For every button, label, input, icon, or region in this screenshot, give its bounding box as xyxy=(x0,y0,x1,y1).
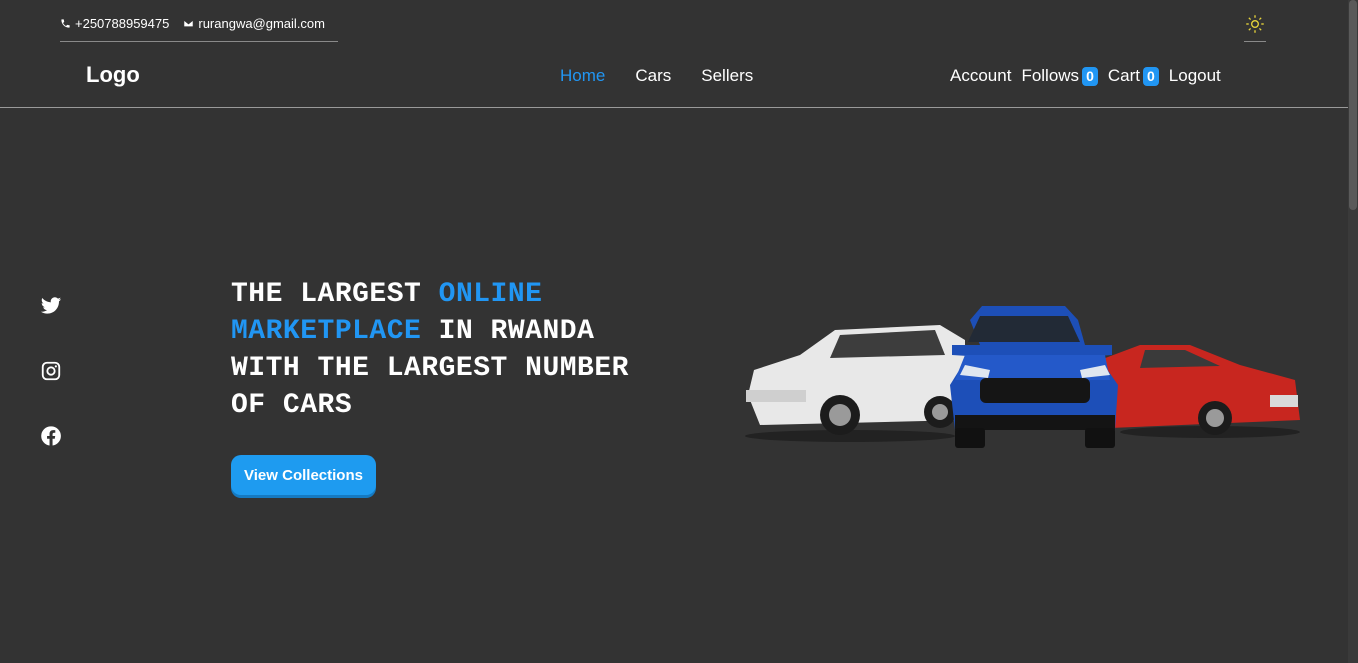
cart-label: Cart xyxy=(1107,66,1140,85)
hero-title-part-1: THE LARGEST xyxy=(231,279,439,310)
vertical-scrollbar[interactable] xyxy=(1348,0,1358,663)
user-nav: Account Follows 0 Cart 0 Logout xyxy=(950,66,1221,86)
account-link[interactable]: Account xyxy=(950,66,1011,86)
instagram-icon[interactable] xyxy=(40,360,62,382)
cart-count-badge: 0 xyxy=(1142,66,1159,86)
phone-contact[interactable]: +250788959475 xyxy=(60,16,169,31)
cart-link[interactable]: Cart 0 xyxy=(1108,66,1159,86)
logout-link[interactable]: Logout xyxy=(1169,66,1221,86)
hero-title-highlight-2: MARKETPLACE xyxy=(231,316,422,347)
facebook-icon[interactable] xyxy=(40,425,62,447)
email-address: rurangwa@gmail.com xyxy=(198,16,325,31)
view-collections-button[interactable]: View Collections xyxy=(231,455,376,495)
page: +250788959475 rurangwa@gmail.com Logo Ho… xyxy=(0,0,1358,663)
social-links xyxy=(40,295,62,447)
hero-title-highlight-1: ONLINE xyxy=(438,279,543,310)
site-logo[interactable]: Logo xyxy=(86,62,140,88)
nav-links: Home Cars Sellers xyxy=(560,66,753,86)
phone-number: +250788959475 xyxy=(75,16,170,31)
follows-count-badge: 0 xyxy=(1082,66,1098,86)
main-nav: Logo Home Cars Sellers Account Follows 0… xyxy=(0,50,1348,108)
cars-image xyxy=(745,306,1300,448)
follows-link[interactable]: Follows 0 xyxy=(1021,66,1098,86)
theme-toggle-button[interactable] xyxy=(1244,14,1266,42)
nav-link-home[interactable]: Home xyxy=(560,66,605,86)
twitter-icon[interactable] xyxy=(40,295,62,317)
sun-icon xyxy=(1246,15,1264,33)
follows-label: Follows xyxy=(1021,66,1080,85)
nav-link-sellers[interactable]: Sellers xyxy=(701,66,753,86)
email-contact[interactable]: rurangwa@gmail.com xyxy=(183,16,325,31)
scrollbar-thumb[interactable] xyxy=(1349,0,1357,210)
contact-bar: +250788959475 rurangwa@gmail.com xyxy=(60,14,338,42)
nav-link-cars[interactable]: Cars xyxy=(635,66,671,86)
envelope-icon xyxy=(183,19,194,28)
phone-icon xyxy=(61,19,70,28)
hero-title: THE LARGEST ONLINE MARKETPLACE IN RWANDA… xyxy=(231,276,671,424)
